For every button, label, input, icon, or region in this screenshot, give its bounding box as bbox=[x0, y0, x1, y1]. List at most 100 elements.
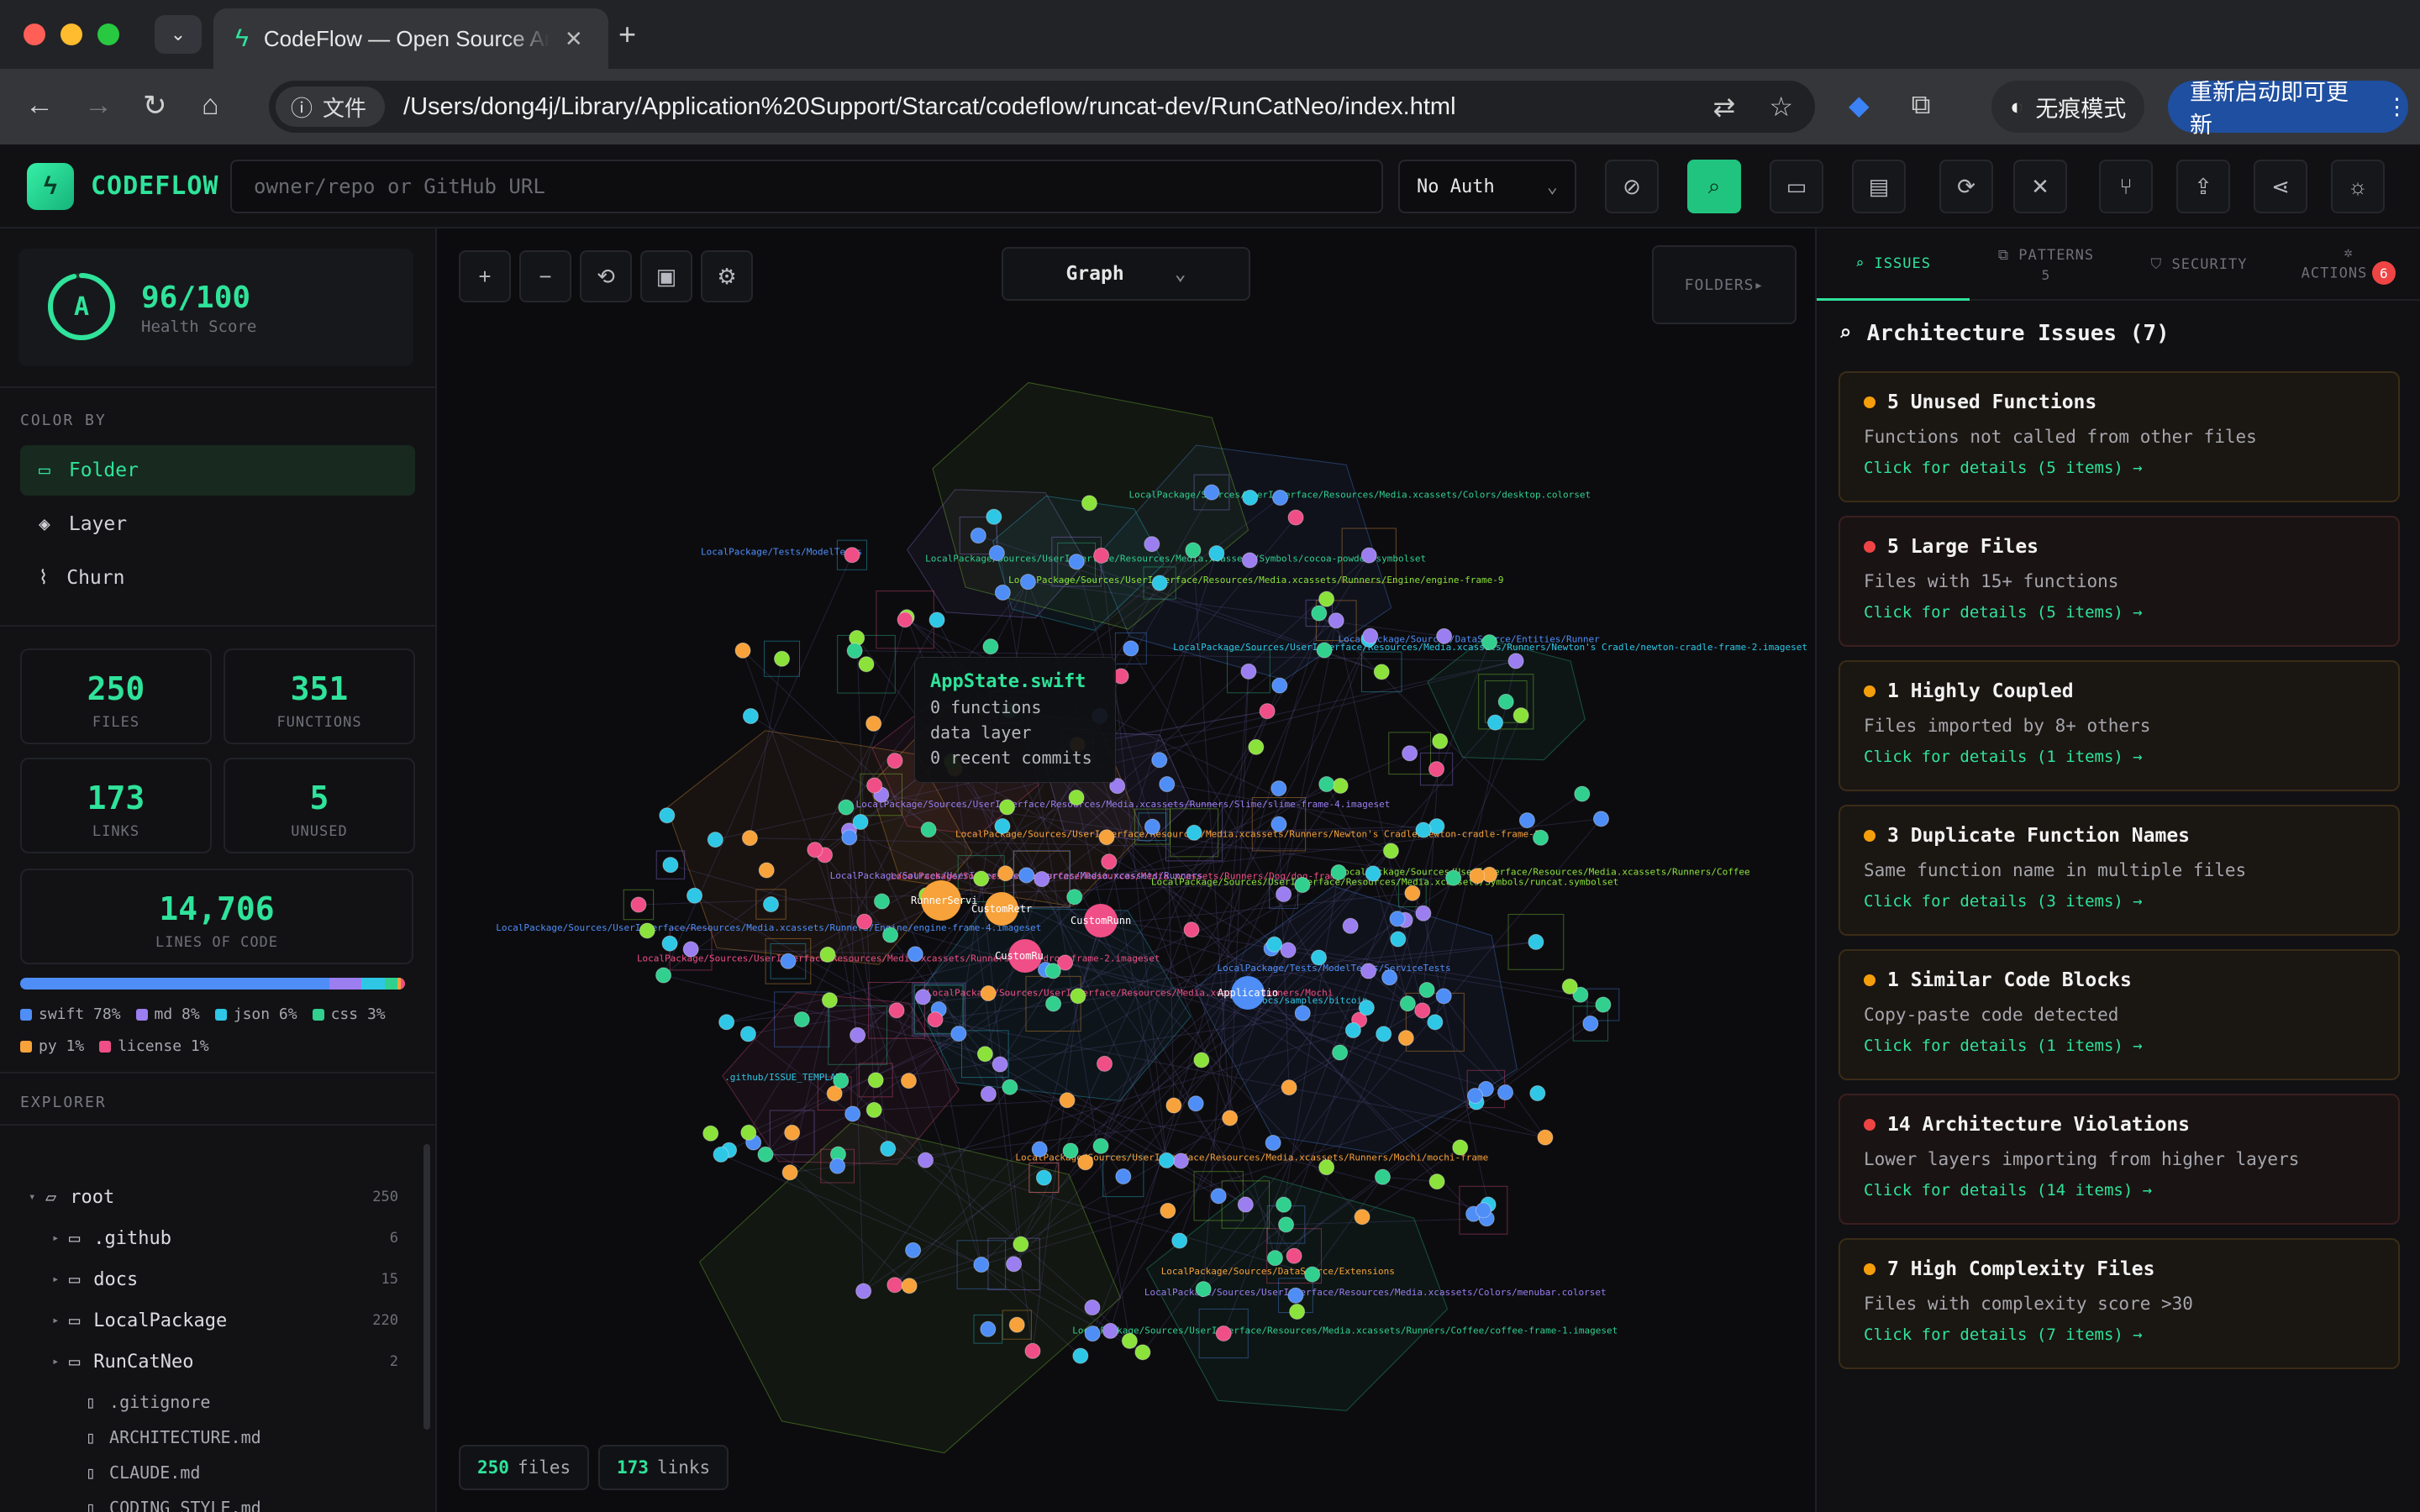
file-node[interactable] bbox=[844, 547, 860, 564]
file-node[interactable] bbox=[1193, 1052, 1210, 1068]
file-node[interactable] bbox=[1414, 1002, 1431, 1019]
incognito-indicator[interactable]: ◐ 无痕模式 bbox=[1991, 81, 2145, 133]
file-node[interactable] bbox=[1165, 1097, 1182, 1114]
file-node[interactable] bbox=[1365, 865, 1381, 882]
file-node[interactable] bbox=[1529, 1084, 1546, 1101]
file-node[interactable] bbox=[1497, 693, 1514, 710]
file-node[interactable] bbox=[1381, 969, 1398, 986]
back-arrow-icon[interactable]: ← bbox=[25, 89, 54, 122]
issue-details-link[interactable]: Click for details (7 items) → bbox=[1864, 1326, 2375, 1344]
file-node[interactable] bbox=[757, 1146, 774, 1163]
file-node[interactable] bbox=[1097, 1055, 1113, 1072]
file-node[interactable] bbox=[1561, 978, 1578, 995]
file-node[interactable] bbox=[873, 893, 890, 910]
file-node[interactable] bbox=[920, 822, 937, 838]
file-node[interactable] bbox=[905, 1242, 922, 1258]
file-node[interactable] bbox=[1294, 876, 1311, 893]
file-node[interactable] bbox=[1171, 1232, 1188, 1249]
file-node[interactable] bbox=[1018, 867, 1035, 884]
file-node[interactable] bbox=[992, 1056, 1008, 1073]
file-node[interactable] bbox=[1332, 777, 1349, 794]
tree-file[interactable]: ▯ CODING_STYLE.md bbox=[0, 1488, 420, 1512]
file-node[interactable] bbox=[687, 887, 703, 904]
file-node[interactable] bbox=[1186, 824, 1202, 841]
file-node[interactable] bbox=[914, 989, 931, 1005]
file-node[interactable] bbox=[639, 922, 655, 939]
file-node[interactable] bbox=[702, 1125, 719, 1142]
file-node[interactable] bbox=[1287, 509, 1304, 526]
file-node[interactable] bbox=[1270, 780, 1287, 797]
file-node[interactable] bbox=[829, 1158, 846, 1174]
file-node[interactable] bbox=[855, 1283, 872, 1299]
refresh-button[interactable]: ⟳ bbox=[1939, 160, 1993, 213]
file-node[interactable] bbox=[858, 656, 875, 673]
extension-app-icon[interactable]: ◆ bbox=[1849, 89, 1870, 121]
file-node[interactable] bbox=[838, 799, 855, 816]
file-node[interactable] bbox=[1276, 1196, 1292, 1213]
file-node[interactable] bbox=[734, 642, 751, 659]
file-node[interactable] bbox=[793, 1011, 810, 1028]
file-node[interactable] bbox=[1187, 1095, 1204, 1112]
file-node[interactable] bbox=[1278, 1216, 1295, 1233]
file-node[interactable] bbox=[1344, 1021, 1361, 1038]
file-node[interactable] bbox=[1280, 942, 1297, 958]
file-node[interactable] bbox=[1077, 1154, 1094, 1171]
file-node[interactable] bbox=[929, 612, 945, 628]
file-node[interactable] bbox=[1318, 776, 1335, 793]
file-node[interactable] bbox=[1389, 911, 1406, 927]
file-node[interactable] bbox=[780, 953, 797, 969]
window-minimize-button[interactable] bbox=[60, 24, 82, 45]
file-node[interactable] bbox=[1332, 1044, 1349, 1061]
file-node[interactable] bbox=[1342, 917, 1359, 934]
file-node[interactable] bbox=[1259, 703, 1276, 720]
file-node[interactable] bbox=[1008, 1316, 1025, 1333]
issue-details-link[interactable]: Click for details (1 items) → bbox=[1864, 1037, 2375, 1055]
folders-toggle-button[interactable]: FOLDERS▸ bbox=[1652, 245, 1797, 324]
archive-button[interactable]: ▤ bbox=[1852, 160, 1906, 213]
share-button[interactable]: ⋖ bbox=[2254, 160, 2307, 213]
issue-details-link[interactable]: Click for details (3 items) → bbox=[1864, 892, 2375, 911]
branch-button[interactable]: ⑂ bbox=[2099, 160, 2153, 213]
file-node[interactable] bbox=[1574, 785, 1591, 802]
file-node[interactable] bbox=[1208, 545, 1225, 562]
file-node[interactable] bbox=[1428, 761, 1445, 778]
file-node[interactable] bbox=[1427, 1014, 1444, 1031]
file-node[interactable] bbox=[1354, 1209, 1370, 1226]
file-node[interactable] bbox=[973, 1257, 990, 1273]
reset-view-button[interactable]: ⟲ bbox=[580, 250, 632, 302]
file-node[interactable] bbox=[1002, 1079, 1018, 1095]
file-node[interactable] bbox=[1185, 542, 1202, 559]
issue-details-link[interactable]: Click for details (5 items) → bbox=[1864, 603, 2375, 622]
file-node[interactable] bbox=[1151, 575, 1168, 591]
file-node[interactable] bbox=[1318, 591, 1335, 607]
tree-folder[interactable]: ▸ ▭ .github 6 bbox=[0, 1219, 420, 1257]
file-node[interactable] bbox=[1019, 574, 1036, 591]
file-node[interactable] bbox=[1475, 1202, 1491, 1219]
file-node[interactable] bbox=[865, 1101, 882, 1118]
file-node[interactable] bbox=[880, 1141, 897, 1158]
file-node[interactable] bbox=[1160, 1202, 1176, 1219]
tab-issues[interactable]: ⌕ ISSUES bbox=[1817, 228, 1970, 301]
file-node[interactable] bbox=[662, 857, 679, 874]
file-node[interactable] bbox=[1070, 988, 1086, 1005]
file-node[interactable] bbox=[1115, 1168, 1132, 1184]
star-icon[interactable]: ☆ bbox=[1769, 91, 1793, 123]
file-node[interactable] bbox=[976, 1046, 993, 1063]
file-node[interactable] bbox=[1098, 829, 1115, 846]
tab-security[interactable]: ⛉ SECURITY bbox=[2123, 228, 2275, 301]
file-node[interactable] bbox=[774, 650, 791, 667]
analyze-button[interactable]: ⌕ bbox=[1687, 160, 1741, 213]
file-node[interactable] bbox=[784, 1124, 801, 1141]
file-node[interactable] bbox=[1281, 1079, 1297, 1096]
tab-search-button[interactable]: ⌄ bbox=[155, 15, 202, 54]
file-node[interactable] bbox=[1271, 677, 1288, 694]
cancel-button[interactable]: ⊘ bbox=[1605, 160, 1659, 213]
file-node[interactable] bbox=[1512, 707, 1529, 724]
file-node[interactable] bbox=[866, 777, 883, 794]
file-node[interactable] bbox=[1062, 1142, 1079, 1159]
issue-card[interactable]: 1 Similar Code Blocks Copy-paste code de… bbox=[1839, 949, 2400, 1080]
file-node[interactable] bbox=[1390, 931, 1407, 948]
file-node[interactable] bbox=[1006, 1256, 1023, 1273]
file-node[interactable] bbox=[1376, 1026, 1392, 1042]
file-node[interactable] bbox=[1436, 627, 1453, 644]
